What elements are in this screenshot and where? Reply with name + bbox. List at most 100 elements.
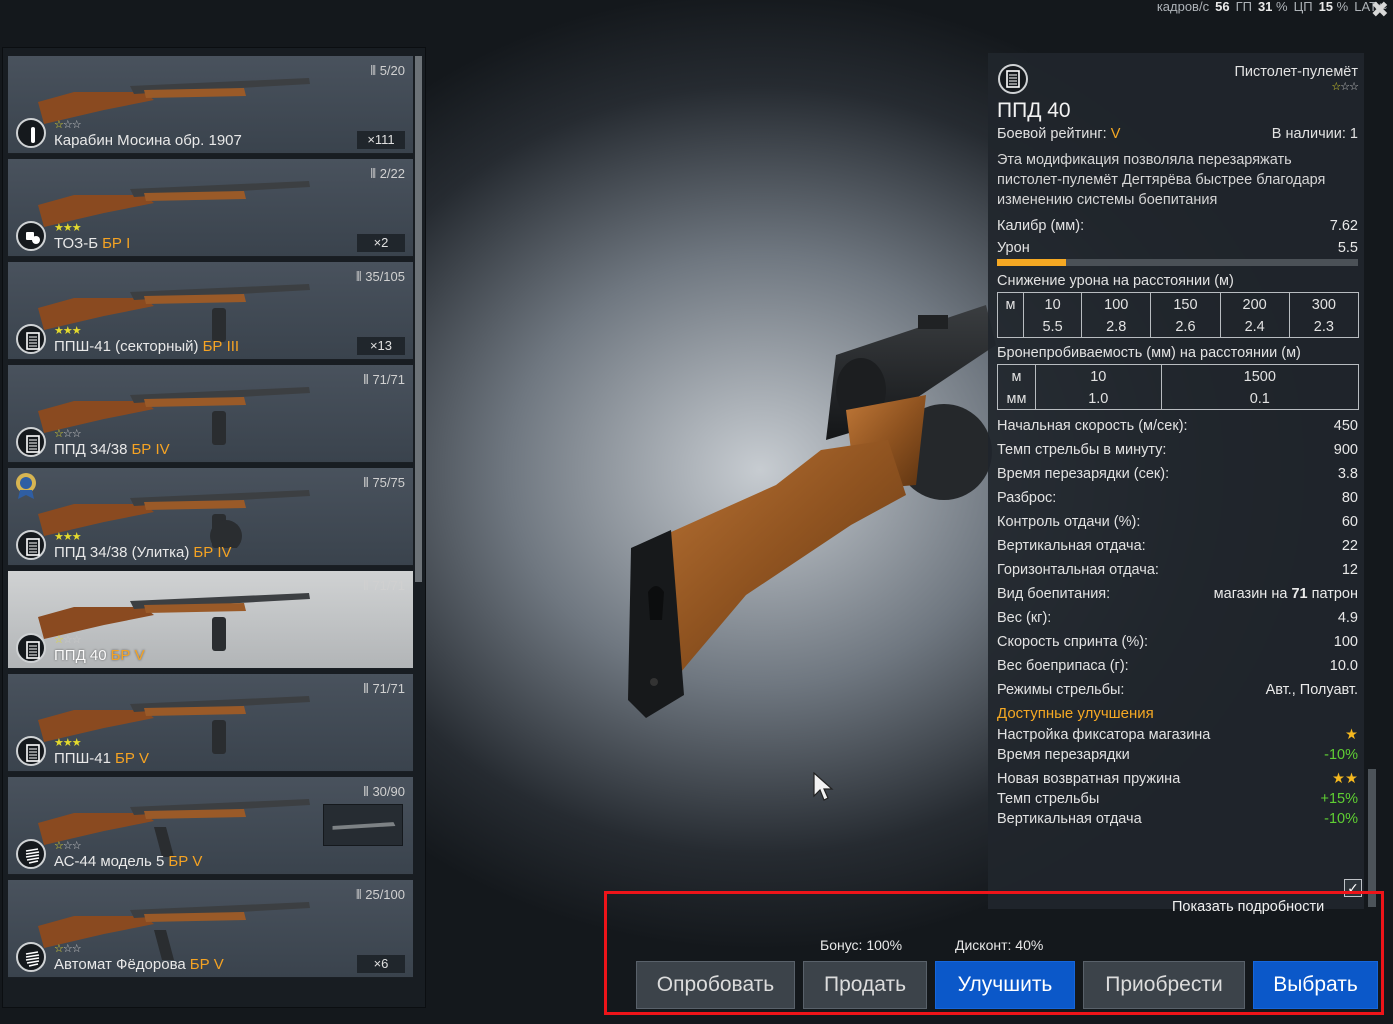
stat-value: 450 <box>1333 418 1358 434</box>
cpu-percent: % <box>1336 0 1349 14</box>
damage-falloff-table: м 10 100 150 200 300 5.5 2.8 2.6 2.4 2.3 <box>997 292 1360 338</box>
weapon-3d-model[interactable] <box>626 300 996 720</box>
falloff-dmg: 5.5 <box>1022 315 1083 338</box>
weapon-type-label: Пистолет-пулемёт <box>1234 64 1359 80</box>
stat-value: 60 <box>1341 514 1358 530</box>
weapon-card[interactable]: ⦀ 35/105 ×13 ★★★ ППШ-41 (секторный) БР III <box>8 262 413 360</box>
weapon-name: ППШ-41 (секторный) БР III <box>54 338 240 355</box>
stat-label: Время перезарядки (сек): <box>997 466 1170 482</box>
damage-bar-fill <box>997 259 1066 266</box>
weapon-name: Карабин Мосина обр. 1907 <box>54 132 242 149</box>
weapon-list[interactable]: ⦀ 5/20 ×111 ☆☆☆ Карабин Мосина обр. 1907 ⦀ 2… <box>2 47 426 1008</box>
weapon-rank-stars: ☆☆☆ <box>1331 81 1359 93</box>
stat-label: Горизонтальная отдача: <box>997 562 1159 578</box>
weapon-card[interactable]: ⦀ 2/22 ×2 ★★★ ТОЗ-Б БР I <box>8 159 413 257</box>
weapon-name: ТОЗ-Б БР I <box>54 235 131 252</box>
stat-label: Вес боеприпаса (г): <box>997 658 1129 674</box>
stat-value: 3.8 <box>1337 466 1358 482</box>
weapon-name: ППД 40 БР V <box>54 647 145 664</box>
battle-rating: БР I <box>102 235 131 252</box>
action-bar: Бонус: 100% Дисконт: 40% Опробовать Прод… <box>604 891 1384 1015</box>
ammo-counter: ⦀ 5/20 <box>370 63 405 78</box>
rank-stars: ☆☆☆ <box>54 428 82 440</box>
rank-stars: ☆☆☆ <box>54 840 82 852</box>
pen-mm: 0.1 <box>1160 387 1360 410</box>
stat-row: Контроль отдачи (%): 60 <box>997 510 1358 534</box>
stat-value: 80 <box>1341 490 1358 506</box>
battle-rating: БР V <box>115 750 150 767</box>
upgrade-name: Новая возвратная пружина <box>997 771 1181 787</box>
smg-icon <box>16 736 46 766</box>
stat-row: Вид боепитания: магазин на 71 патрон <box>997 582 1358 606</box>
weapon-card[interactable]: ⦀ 71/71 ☆☆☆ ППД 40 БР V <box>8 571 413 669</box>
rating-value: V <box>1110 126 1121 142</box>
pen-unit-m: м <box>997 364 1036 387</box>
upgrade-effect-value: -10% <box>1324 811 1358 827</box>
upgrade-item[interactable]: Настройка фиксатора магазина ★ Время перез… <box>997 725 1358 765</box>
gpu-label: ГП <box>1235 0 1252 14</box>
upgrade-button[interactable]: Улучшить <box>935 961 1075 1009</box>
close-icon[interactable]: ✖ <box>1371 0 1389 23</box>
smg-icon <box>16 633 46 663</box>
weapon-count: ×6 <box>357 955 405 973</box>
stat-value: 10.0 <box>1329 658 1358 674</box>
battle-rating: БР III <box>202 338 240 355</box>
falloff-dist: 150 <box>1150 292 1221 315</box>
try-button[interactable]: Опробовать <box>636 961 795 1009</box>
upgrade-effect-value: -10% <box>1324 747 1358 763</box>
cpu-value: 15 <box>1318 0 1334 14</box>
weapon-card[interactable]: ⦀ 25/100 ×6 ☆☆☆ Автомат Фёдорова БР V <box>8 880 413 978</box>
ammo-counter: ⦀ 71/71 <box>363 372 405 387</box>
falloff-dmg: 2.8 <box>1081 315 1152 338</box>
upgrade-effect-label: Темп стрельбы <box>997 791 1100 807</box>
weapon-description: Эта модификация позволяла перезаряжать п… <box>997 152 1326 208</box>
weapon-card[interactable]: ⦀ 71/71 ☆☆☆ ППД 34/38 БР IV <box>8 365 413 463</box>
weapon-card[interactable]: ⦀ 30/90 ☆☆☆ АС-44 модель 5 БР V <box>8 777 413 875</box>
stat-row: Начальная скорость (м/сек): 450 <box>997 414 1358 438</box>
weapon-count: ×13 <box>357 337 405 355</box>
stat-value: Авт., Полуавт. <box>1265 682 1358 698</box>
award-badge-icon <box>16 473 36 499</box>
sell-button[interactable]: Продать <box>803 961 927 1009</box>
stat-value: 900 <box>1333 442 1358 458</box>
battle-rating: БР V <box>110 647 145 664</box>
bonus-label: Бонус: 100% <box>820 937 903 953</box>
feed-pre: магазин на <box>1213 586 1288 602</box>
upgrade-item[interactable]: Новая возвратная пружина ★★ Темп стрельбы +… <box>997 769 1358 829</box>
discount-label: Дисконт: 40% <box>955 937 1044 953</box>
pen-dist: 10 <box>1035 364 1162 387</box>
upgrade-effect-label: Время перезарядки <box>997 747 1130 763</box>
ammo-counter: ⦀ 30/90 <box>363 784 405 799</box>
stat-label: Контроль отдачи (%): <box>997 514 1141 530</box>
weapon-card[interactable]: ⦀ 75/75 ★★★ ППД 34/38 (Улитка) БР IV <box>8 468 413 566</box>
stat-value: 22 <box>1341 538 1358 554</box>
gpu-value: 31 <box>1257 0 1273 14</box>
rank-stars: ☆☆☆ <box>54 943 82 955</box>
fps-value: 56 <box>1215 0 1230 14</box>
stat-row: Темп стрельбы в минуту: 900 <box>997 438 1358 462</box>
battle-rating: БР V <box>168 853 203 870</box>
stat-row: Вес боеприпаса (г): 10.0 <box>997 654 1358 678</box>
stat-label: Начальная скорость (м/сек): <box>997 418 1188 434</box>
upgrade-name: Настройка фиксатора магазина <box>997 727 1211 743</box>
weapon-count: ×111 <box>357 131 405 149</box>
feed-count: 71 <box>1291 586 1308 602</box>
ammo-counter: ⦀ 71/71 <box>363 681 405 696</box>
upgrade-effect-value: +15% <box>1320 791 1359 807</box>
buy-button[interactable]: Приобрести <box>1083 961 1245 1009</box>
rank-stars: ★★★ <box>54 325 82 337</box>
weapon-card[interactable]: ⦀ 71/71 ★★★ ППШ-41 БР V <box>8 674 413 772</box>
select-button[interactable]: Выбрать <box>1253 961 1378 1009</box>
feed-post: патрон <box>1311 586 1358 602</box>
stock-label: В наличии: <box>1271 126 1346 142</box>
weapon-card[interactable]: ⦀ 5/20 ×111 ☆☆☆ Карабин Мосина обр. 1907 <box>8 56 413 154</box>
bayonet-attachment[interactable] <box>323 804 403 846</box>
stat-value: 12 <box>1341 562 1358 578</box>
battle-rating: БР V <box>189 956 224 973</box>
weapon-list-scrollbar[interactable] <box>415 56 422 582</box>
stat-row: Горизонтальная отдача: 12 <box>997 558 1358 582</box>
falloff-dist: 100 <box>1081 292 1152 315</box>
stats-scrollbar[interactable] <box>1368 769 1376 907</box>
falloff-dist: 300 <box>1288 292 1360 315</box>
damage-bar <box>997 259 1358 266</box>
